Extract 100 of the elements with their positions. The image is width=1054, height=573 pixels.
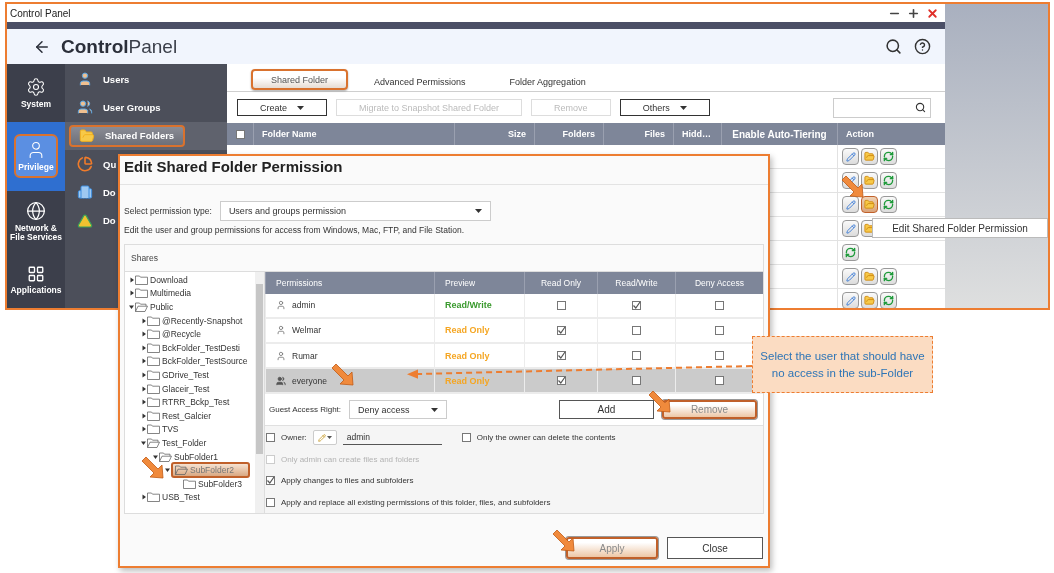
tree-item[interactable]: GDrive_Test	[147, 368, 209, 382]
tree-item[interactable]: Download	[135, 273, 188, 287]
action-button[interactable]	[842, 244, 859, 261]
tree-item[interactable]: BckFolder_TestSource	[147, 354, 248, 368]
expand-arrow-icon[interactable]	[153, 453, 159, 460]
action-button[interactable]	[861, 292, 878, 308]
action-button[interactable]	[842, 220, 859, 237]
checkbox[interactable]	[632, 326, 641, 335]
tree-item[interactable]: BckFolder_TestDesti	[147, 341, 240, 355]
option-label: Apply changes to files and subfolders	[281, 476, 414, 486]
checkbox[interactable]	[632, 351, 641, 361]
sidebar-item[interactable]: Do	[69, 209, 124, 232]
checkbox[interactable]	[715, 351, 724, 361]
action-button[interactable]	[842, 268, 859, 285]
folder-icon	[864, 295, 875, 306]
action-button[interactable]	[861, 196, 878, 213]
action-button[interactable]	[880, 292, 897, 308]
tree-item[interactable]: USB_Test	[147, 490, 200, 504]
expand-arrow-icon[interactable]	[141, 358, 147, 365]
guest-access-select[interactable]: Deny access	[349, 400, 448, 420]
refresh-icon	[883, 151, 894, 162]
expand-arrow-icon[interactable]	[129, 276, 135, 283]
expand-arrow-icon[interactable]	[141, 317, 147, 324]
tree-item[interactable]: RTRR_Bckp_Test	[147, 395, 230, 409]
dialog-button[interactable]: Add	[559, 400, 654, 420]
tree-item[interactable]: SubFolder3	[183, 477, 242, 491]
checkbox[interactable]	[461, 433, 471, 443]
column-header: Size	[454, 123, 534, 145]
sidebar-item[interactable]: System	[20, 76, 52, 109]
tree-item[interactable]: Multimedia	[135, 286, 192, 300]
scrollbar-thumb[interactable]	[256, 284, 263, 454]
sidebar-item[interactable]: Shared Folders	[69, 124, 185, 147]
expand-arrow-icon[interactable]	[141, 371, 147, 378]
checkbox[interactable]	[556, 326, 566, 335]
sidebar-item[interactable]: Users	[69, 68, 138, 91]
toolbar-button[interactable]: Create	[237, 99, 327, 116]
owner-picker-button[interactable]	[312, 430, 337, 446]
expand-arrow-icon[interactable]	[141, 344, 147, 351]
expand-arrow-icon[interactable]	[141, 412, 147, 419]
tree-item[interactable]: @Recycle	[147, 327, 201, 341]
column-header: Preview	[434, 272, 524, 294]
checkbox[interactable]	[715, 300, 724, 310]
expand-arrow-icon[interactable]	[129, 304, 135, 310]
permission-row[interactable]: everyone Read Only	[265, 369, 763, 395]
action-button[interactable]	[861, 172, 878, 189]
permission-row[interactable]: admin Read/Write	[265, 293, 763, 319]
folder-icon	[147, 329, 160, 340]
checkbox[interactable]	[556, 351, 566, 361]
checkbox[interactable]	[715, 326, 724, 335]
tree-item[interactable]: Test_Folder	[147, 436, 207, 450]
sidebar-item[interactable]: User Groups	[69, 96, 169, 119]
checkbox[interactable]	[632, 376, 641, 386]
search-field[interactable]	[833, 97, 931, 118]
action-button[interactable]	[880, 148, 897, 165]
tree-item[interactable]: Glaceir_Test	[147, 382, 210, 396]
expand-arrow-icon[interactable]	[165, 467, 171, 474]
action-button[interactable]	[861, 148, 878, 165]
tab[interactable]: Advanced Permissions	[356, 73, 484, 90]
expand-arrow-icon[interactable]	[141, 439, 147, 446]
checkbox[interactable]	[235, 129, 245, 139]
maximize-icon[interactable]	[907, 6, 920, 20]
expand-arrow-icon[interactable]	[141, 426, 147, 433]
checkbox[interactable]	[556, 300, 566, 310]
tree-item[interactable]: TVS	[147, 422, 179, 436]
sidebar-item[interactable]: Applications	[10, 265, 62, 296]
tree-item[interactable]: @Recently-Snapshot	[147, 314, 243, 328]
action-button[interactable]	[861, 268, 878, 285]
close-icon[interactable]	[926, 6, 939, 20]
expand-arrow-icon[interactable]	[141, 385, 147, 392]
checkbox[interactable]	[632, 300, 641, 310]
action-button[interactable]	[842, 148, 859, 165]
checkbox[interactable]	[266, 433, 275, 443]
user-icon	[276, 300, 286, 311]
expand-arrow-icon[interactable]	[141, 399, 147, 406]
tab[interactable]: Folder Aggregation	[491, 73, 604, 90]
owner-field[interactable]: admin	[342, 430, 442, 446]
pointer-arrow-icon	[331, 363, 354, 386]
tree-item[interactable]: Rest_Galcier	[147, 409, 212, 423]
sidebar-item[interactable]: Network & File Services	[7, 201, 65, 243]
checkbox[interactable]	[715, 376, 724, 386]
tree-item[interactable]: Public	[135, 300, 174, 314]
help-icon[interactable]	[914, 38, 931, 55]
checkbox[interactable]	[556, 376, 566, 386]
action-button[interactable]	[842, 196, 859, 213]
expand-arrow-icon[interactable]	[129, 290, 135, 297]
action-button[interactable]	[880, 196, 897, 213]
toolbar-button[interactable]: Others	[619, 99, 710, 116]
action-button[interactable]	[842, 292, 859, 308]
tab[interactable]: Shared Folder	[251, 69, 349, 90]
caret-icon	[297, 105, 304, 110]
action-button[interactable]	[880, 268, 897, 285]
search-icon[interactable]	[885, 38, 902, 55]
tree-item[interactable]: SubFolder1	[159, 450, 218, 463]
expand-arrow-icon[interactable]	[141, 331, 147, 338]
dialog-button[interactable]: Close	[667, 537, 763, 559]
expand-arrow-icon[interactable]	[141, 494, 147, 501]
action-button[interactable]	[880, 172, 897, 189]
permission-type-select[interactable]: Users and groups permission	[219, 201, 491, 221]
checkbox[interactable]	[266, 497, 275, 507]
checkbox[interactable]	[266, 476, 275, 486]
